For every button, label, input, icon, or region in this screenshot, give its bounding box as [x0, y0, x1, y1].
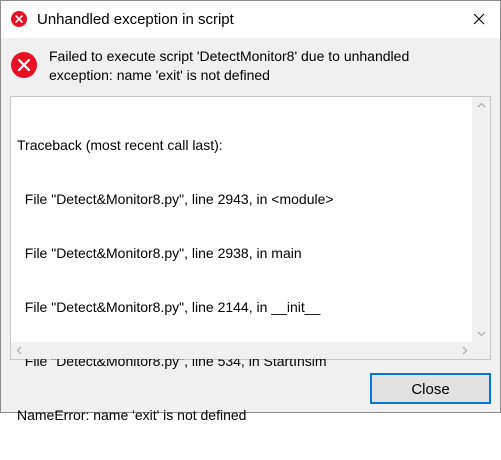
scroll-up-icon[interactable] [473, 97, 490, 114]
traceback-line: File "Detect&Monitor8.py", line 2144, in… [17, 299, 321, 315]
traceback-line: NameError: name 'exit' is not defined [17, 407, 247, 423]
error-message-line: exception: name 'exit' is not defined [49, 67, 270, 83]
scroll-right-icon[interactable] [456, 342, 473, 359]
error-icon [11, 11, 27, 27]
vertical-scrollbar[interactable] [472, 97, 490, 342]
scroll-left-icon[interactable] [11, 342, 28, 359]
close-button[interactable]: Close [370, 373, 491, 404]
error-icon [11, 52, 37, 78]
error-message-line: Failed to execute script 'DetectMonitor8… [49, 48, 410, 64]
traceback-textbox[interactable]: Traceback (most recent call last): File … [10, 96, 491, 423]
traceback-line: File "Detect&Monitor8.py", line 2943, in… [17, 191, 334, 207]
horizontal-scrollbar[interactable] [11, 342, 473, 359]
close-window-button[interactable] [461, 3, 497, 35]
error-dialog: Unhandled exception in script Failed to … [0, 0, 501, 423]
scroll-down-icon[interactable] [473, 325, 490, 342]
traceback-content[interactable]: Traceback (most recent call last): File … [17, 100, 467, 460]
traceback-line: File "Detect&Monitor8.py", line 2938, in… [17, 245, 302, 261]
window-title: Unhandled exception in script [37, 11, 234, 28]
title-bar[interactable]: Unhandled exception in script [1, 1, 500, 38]
traceback-line: Traceback (most recent call last): [17, 137, 223, 153]
scrollbar-corner [473, 342, 490, 359]
error-message: Failed to execute script 'DetectMonitor8… [49, 47, 489, 85]
